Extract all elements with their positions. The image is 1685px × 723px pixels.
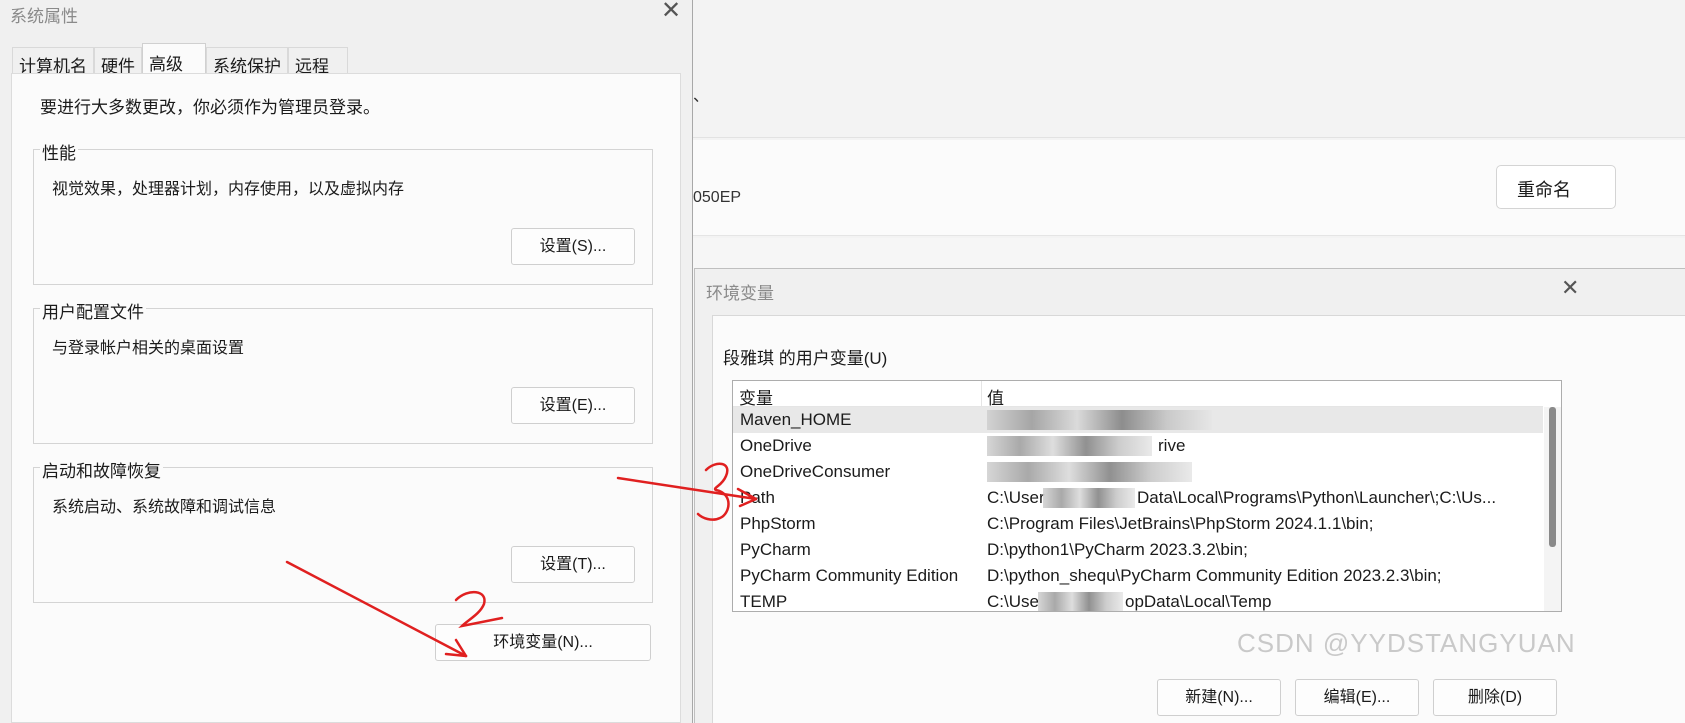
group-title: 用户配置文件 bbox=[40, 298, 146, 323]
close-icon[interactable]: ✕ bbox=[1561, 275, 1579, 301]
performance-settings-button[interactable]: 设置(S)... bbox=[511, 228, 635, 265]
group-description: 视觉效果，处理器计划，内存使用，以及虚拟内存 bbox=[52, 181, 405, 198]
redacted-value bbox=[987, 462, 1192, 482]
device-model-text: 050EP bbox=[693, 189, 742, 206]
redacted-value bbox=[1038, 592, 1123, 611]
table-row[interactable]: PyCharm Community Edition D:\python_sheq… bbox=[733, 563, 1543, 589]
admin-note: 要进行大多数更改，你必须作为管理员登录。 bbox=[40, 98, 380, 117]
redacted-value bbox=[987, 436, 1152, 456]
redacted-value bbox=[987, 410, 1212, 430]
variable-value: C:\Program Files\JetBrains\PhpStorm 2024… bbox=[987, 514, 1374, 533]
redacted-value bbox=[1043, 488, 1135, 508]
tab-strip: 计算机名 硬件 高级 系统保护 远程 bbox=[12, 43, 348, 76]
variable-name: TEMP bbox=[740, 592, 788, 611]
environment-variables-dialog: 环境变量 ✕ 段雅琪 的用户变量(U) 变量 值 Maven_HOME OneD… bbox=[694, 268, 1685, 723]
startup-recovery-settings-button[interactable]: 设置(T)... bbox=[511, 546, 635, 583]
background-caret: 、 bbox=[693, 88, 710, 105]
column-header-value[interactable]: 值 bbox=[987, 384, 1004, 409]
column-header-name[interactable]: 变量 bbox=[739, 384, 773, 409]
group-description: 与登录帐户相关的桌面设置 bbox=[52, 340, 245, 357]
group-title: 启动和故障恢复 bbox=[40, 457, 163, 482]
table-scrollbar[interactable] bbox=[1544, 407, 1561, 611]
user-profiles-settings-button[interactable]: 设置(E)... bbox=[511, 387, 635, 424]
variable-value: D:\python1\PyCharm 2023.3.2\bin; bbox=[987, 540, 1248, 559]
table-row[interactable]: OneDriveConsumer bbox=[733, 459, 1543, 485]
settings-header-area: 、 bbox=[693, 0, 1685, 138]
table-row[interactable]: OneDrive rive bbox=[733, 433, 1543, 459]
variable-value: C:\Use bbox=[987, 592, 1039, 611]
table-row[interactable]: Maven_HOME bbox=[733, 407, 1543, 433]
table-row[interactable]: PyCharm D:\python1\PyCharm 2023.3.2\bin; bbox=[733, 537, 1543, 563]
tab-system-protection[interactable]: 系统保护 bbox=[206, 47, 288, 76]
table-row[interactable]: Path C:\User Data\Local\Programs\Python\… bbox=[733, 485, 1543, 511]
table-row[interactable]: PhpStorm C:\Program Files\JetBrains\PhpS… bbox=[733, 511, 1543, 537]
scrollbar-thumb[interactable] bbox=[1549, 407, 1556, 547]
environment-variables-button[interactable]: 环境变量(N)... bbox=[435, 624, 651, 661]
variable-name: Maven_HOME bbox=[740, 410, 852, 429]
variable-name: OneDriveConsumer bbox=[740, 462, 891, 481]
startup-recovery-group: 启动和故障恢复 系统启动、系统故障和调试信息 设置(T)... bbox=[33, 457, 653, 603]
user-variables-label: 段雅琪 的用户变量(U) bbox=[723, 349, 888, 368]
column-separator[interactable] bbox=[981, 381, 982, 407]
advanced-tab-panel: 要进行大多数更改，你必须作为管理员登录。 性能 视觉效果，处理器计划，内存使用，… bbox=[11, 73, 681, 723]
tab-hardware[interactable]: 硬件 bbox=[94, 47, 142, 76]
user-variables-table: 变量 值 Maven_HOME OneDrive rive OneDriveCo… bbox=[732, 380, 1562, 612]
new-variable-button[interactable]: 新建(N)... bbox=[1157, 679, 1281, 716]
user-profiles-group: 用户配置文件 与登录帐户相关的桌面设置 设置(E)... bbox=[33, 298, 653, 444]
group-title: 性能 bbox=[40, 139, 78, 164]
tab-computer-name[interactable]: 计算机名 bbox=[12, 47, 94, 76]
table-header: 变量 值 bbox=[733, 381, 1543, 409]
variable-value: D:\python_shequ\PyCharm Community Editio… bbox=[987, 566, 1442, 585]
group-description: 系统启动、系统故障和调试信息 bbox=[52, 499, 277, 516]
variable-name: PyCharm bbox=[740, 540, 811, 559]
rename-button[interactable]: 重命名 bbox=[1496, 165, 1616, 209]
env-dialog-body: 段雅琪 的用户变量(U) 变量 值 Maven_HOME OneDrive ri… bbox=[712, 315, 1685, 723]
system-properties-dialog: 系统属性 ✕ 计算机名 硬件 高级 系统保护 远程 要进行大多数更改，你必须作为… bbox=[0, 0, 693, 723]
device-card: 050EP 重命名 bbox=[693, 140, 1685, 236]
tab-remote[interactable]: 远程 bbox=[288, 47, 348, 76]
dialog-title: 环境变量 bbox=[706, 284, 774, 303]
dialog-title: 系统属性 bbox=[10, 7, 78, 26]
close-icon[interactable]: ✕ bbox=[655, 0, 687, 26]
variable-value-tail: Data\Local\Programs\Python\Launcher\;C:\… bbox=[1137, 488, 1497, 507]
variable-value: rive bbox=[1158, 436, 1186, 455]
variable-value-tail: opData\Local\Temp bbox=[1125, 592, 1272, 611]
variable-name: PhpStorm bbox=[740, 514, 816, 533]
tab-advanced[interactable]: 高级 bbox=[142, 43, 206, 74]
variable-value: C:\User bbox=[987, 488, 1045, 507]
edit-variable-button[interactable]: 编辑(E)... bbox=[1295, 679, 1419, 716]
performance-group: 性能 视觉效果，处理器计划，内存使用，以及虚拟内存 设置(S)... bbox=[33, 139, 653, 285]
variable-name: OneDrive bbox=[740, 436, 812, 455]
variable-name: PyCharm Community Edition bbox=[740, 566, 959, 585]
table-row[interactable]: TEMP C:\Use opData\Local\Temp bbox=[733, 589, 1543, 611]
variable-name: Path bbox=[740, 488, 775, 507]
delete-variable-button[interactable]: 删除(D) bbox=[1433, 679, 1557, 716]
